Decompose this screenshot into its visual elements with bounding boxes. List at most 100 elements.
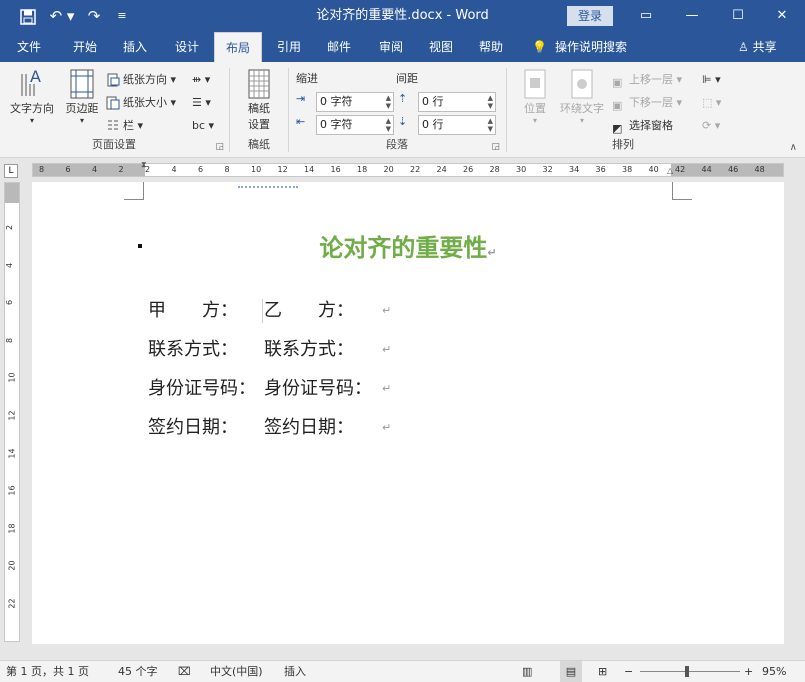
redo-icon[interactable]: ↷	[82, 0, 106, 32]
login-button[interactable]: 登录	[567, 6, 613, 26]
orientation-button[interactable]: 纸张方向 ▾	[106, 70, 176, 90]
read-mode-icon[interactable]: ▥	[522, 661, 532, 682]
page-count[interactable]: 第 1 页，共 1 页	[6, 661, 89, 682]
selection-pane-button[interactable]: ◩ 选择窗格	[612, 116, 673, 136]
columns-label: 栏	[123, 119, 134, 132]
horizontal-ruler[interactable]: 8 6 4 2 2 4 6 8 10 12 14 16 18 20 22 24 26 28 30 32 34 36 38 40…	[32, 160, 784, 177]
text-direction-label: 文字方向	[10, 102, 54, 115]
bring-forward-button[interactable]: ▣ 上移一层 ▾	[612, 70, 682, 90]
spacing-before-value: 0 行	[422, 95, 444, 108]
spin-arrows-icon[interactable]: ▲ ▼	[488, 117, 493, 133]
tab-design[interactable]: 设计	[164, 32, 210, 62]
sign-date-label-right: 签约日期：	[264, 417, 354, 438]
size-button[interactable]: 纸张大小 ▾	[106, 93, 176, 113]
ruler-tick-label: 8	[39, 165, 45, 174]
save-icon[interactable]	[16, 0, 40, 32]
document-page[interactable]: 论对齐的重要性↵ 甲 方： 乙 方： ↵ 联系方式： 联系方式： ↵ 身份证号码…	[32, 182, 784, 644]
vruler-tick-label: 6	[5, 300, 15, 306]
send-backward-icon: ▣	[612, 99, 623, 112]
text-direction-button[interactable]: A 文字方向 ▾	[6, 67, 58, 125]
close-icon[interactable]: ✕	[762, 0, 802, 32]
left-margin-area	[33, 164, 145, 176]
paper-size-icon	[106, 96, 120, 110]
svg-text:A: A	[30, 68, 41, 86]
word-count[interactable]: 45 个字	[118, 661, 158, 682]
party-a-label: 甲 方：	[148, 300, 238, 321]
tab-file[interactable]: 文件	[6, 32, 52, 62]
wrap-text-button[interactable]: 环绕文字 ▾	[556, 68, 608, 125]
breaks-button[interactable]: ⇻ ▾	[192, 70, 210, 90]
columns-icon	[106, 119, 120, 133]
tab-references[interactable]: 引用	[266, 32, 312, 62]
tab-selector-icon[interactable]: L	[4, 164, 18, 178]
info-row[interactable]: 身份证号码： 身份证号码： ↵	[148, 376, 508, 402]
bring-forward-label: 上移一层	[629, 73, 673, 86]
collapse-ribbon-icon[interactable]: ∧	[790, 142, 797, 153]
ribbon-display-icon[interactable]: ▭	[626, 0, 666, 32]
columns-button[interactable]: 栏 ▾	[106, 116, 143, 136]
share-button[interactable]: ♙ 共享	[738, 32, 777, 62]
undo-icon[interactable]: ↶ ▾	[48, 0, 76, 32]
indent-right-field[interactable]: 0 字符 ▲ ▼	[316, 115, 394, 135]
group-button[interactable]: ⬚ ▾	[702, 93, 721, 113]
paragraph-launcher-icon[interactable]: ◲	[491, 142, 500, 152]
zoom-in-button[interactable]: +	[744, 661, 753, 682]
web-layout-icon[interactable]: ⊞	[598, 661, 607, 682]
tab-home[interactable]: 开始	[60, 32, 110, 62]
paragraph-mark: ↵	[487, 246, 497, 259]
manuscript-settings-button[interactable]: 稿纸 设置	[238, 68, 280, 132]
indent-left-field[interactable]: 0 字符 ▲ ▼	[316, 92, 394, 112]
ruler-tick-label: 34	[569, 165, 580, 174]
tab-insert[interactable]: 插入	[112, 32, 158, 62]
spacing-before-field[interactable]: 0 行 ▲ ▼	[418, 92, 496, 112]
wrap-text-icon	[568, 68, 596, 100]
zoom-slider-thumb[interactable]	[685, 666, 689, 677]
print-layout-icon[interactable]: ▤	[560, 661, 582, 682]
info-row[interactable]: 签约日期： 签约日期： ↵	[148, 415, 508, 441]
right-indent-icon[interactable]: △	[667, 166, 673, 175]
zoom-slider[interactable]	[640, 671, 740, 672]
proofing-icon[interactable]: ⌧	[178, 661, 191, 682]
text-cursor	[262, 299, 263, 323]
tell-me-search[interactable]: 💡 操作说明搜索	[532, 32, 627, 62]
spin-arrows-icon[interactable]: ▲ ▼	[488, 94, 493, 110]
tab-view[interactable]: 视图	[418, 32, 464, 62]
align-icon: ⊫	[702, 73, 712, 86]
insert-mode[interactable]: 插入	[284, 661, 306, 682]
maximize-icon[interactable]: ☐	[718, 0, 758, 32]
vertical-scrollbar[interactable]	[785, 182, 805, 660]
spacing-label: 间距	[396, 72, 418, 85]
tab-layout[interactable]: 布局	[214, 32, 262, 63]
group-icon: ⬚	[702, 96, 713, 109]
send-backward-button[interactable]: ▣ 下移一层 ▾	[612, 93, 682, 113]
tab-review[interactable]: 审阅	[368, 32, 414, 62]
document-title-text: 论对齐的重要性	[319, 234, 488, 262]
spin-arrows-icon[interactable]: ▲ ▼	[386, 117, 391, 133]
tab-mailings[interactable]: 邮件	[316, 32, 362, 62]
tab-help[interactable]: 帮助	[468, 32, 514, 62]
minimize-icon[interactable]: —	[672, 0, 712, 32]
customize-icon[interactable]: ≡	[112, 0, 132, 32]
page-setup-launcher-icon[interactable]: ◲	[215, 142, 224, 152]
rotate-button[interactable]: ⟳ ▾	[702, 116, 720, 136]
zoom-level[interactable]: 95%	[762, 661, 786, 682]
vertical-ruler[interactable]: 2 4 6 8 10 12 14 16 18 20 22	[4, 182, 20, 642]
indent-marker-icon[interactable]: ⧗	[141, 160, 147, 170]
hyphenation-button[interactable]: bc ▾	[192, 116, 214, 136]
vruler-tick-label: 4	[5, 262, 15, 268]
margins-button[interactable]: 页边距 ▾	[60, 68, 104, 125]
info-row[interactable]: 甲 方： 乙 方： ↵	[148, 298, 508, 324]
align-button[interactable]: ⊫ ▾	[702, 70, 721, 90]
spacing-after-field[interactable]: 0 行 ▲ ▼	[418, 115, 496, 135]
vruler-tick-label: 22	[7, 598, 17, 609]
line-numbers-button[interactable]: ☰ ▾	[192, 93, 211, 113]
document-title[interactable]: 论对齐的重要性↵	[32, 228, 784, 263]
text-direction-icon: A	[18, 67, 46, 100]
position-button[interactable]: 位置 ▾	[512, 68, 558, 125]
info-row[interactable]: 联系方式： 联系方式： ↵	[148, 337, 508, 363]
language-status[interactable]: 中文(中国)	[210, 661, 263, 682]
spin-arrows-icon[interactable]: ▲ ▼	[386, 94, 391, 110]
zoom-out-button[interactable]: −	[624, 661, 633, 682]
manuscript-label-2: 设置	[248, 118, 270, 131]
ruler-tick-label: 4	[171, 165, 177, 174]
